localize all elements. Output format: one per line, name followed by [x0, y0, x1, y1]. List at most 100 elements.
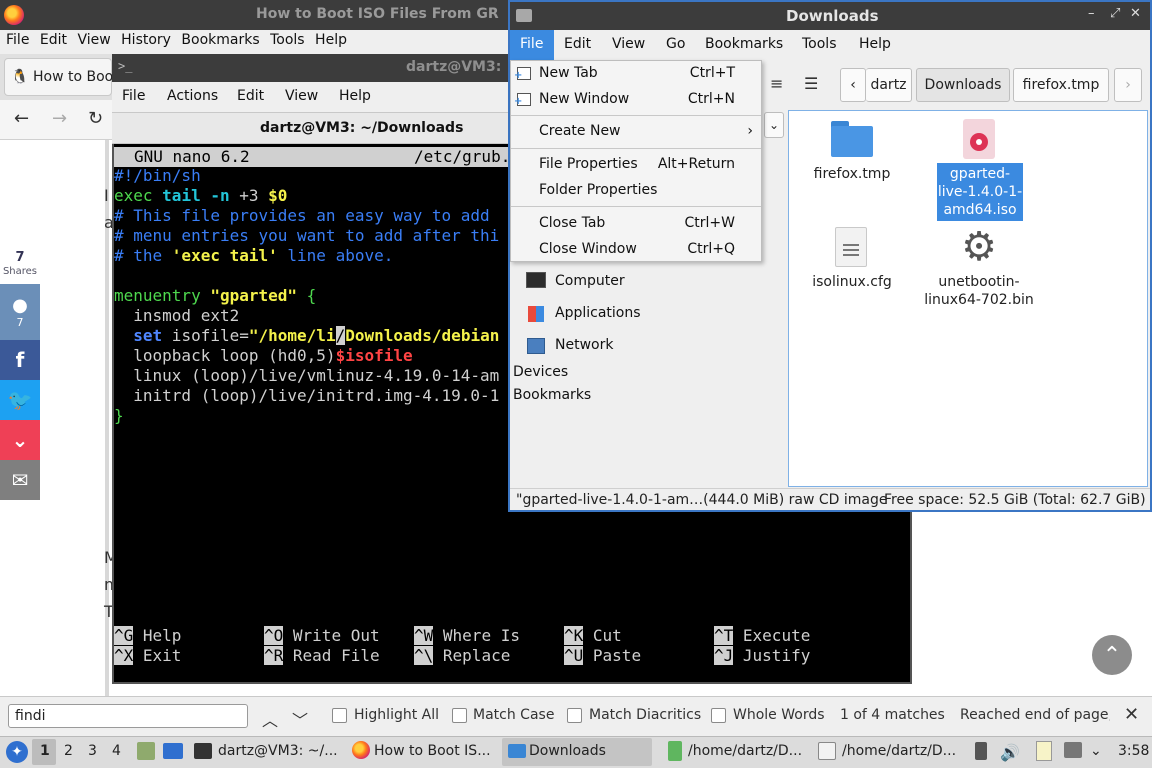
battery-icon[interactable] [975, 742, 987, 760]
scroll-to-top-button[interactable]: ⌃ [1092, 635, 1132, 675]
find-next-icon[interactable]: ﹀ [292, 707, 308, 731]
show-desktop-icon[interactable] [163, 743, 183, 759]
compact-view-icon[interactable]: ≡ [770, 74, 783, 93]
fm-file-view[interactable]: firefox.tmp gparted- live-1.4.0-1- amd64… [788, 110, 1148, 487]
file-name-unetbootin-bin[interactable]: unetbootin- linux64-702.bin [919, 273, 1039, 309]
ff-menu-tools[interactable]: Tools [264, 30, 305, 48]
menu-item-file-properties[interactable]: File Properties Alt+Return [511, 152, 761, 178]
sidebar-section-devices[interactable]: Devices [513, 364, 568, 380]
file-item-firefox-tmp[interactable] [831, 121, 873, 157]
maximize-icon[interactable]: ⤢ [1110, 6, 1120, 21]
breadcrumb-forward-button[interactable]: › [1114, 68, 1142, 102]
file-item-gparted-iso[interactable] [963, 119, 995, 159]
find-input[interactable] [8, 704, 248, 728]
clipboard-icon[interactable] [1036, 741, 1052, 761]
firefox-tab[interactable]: 🐧 How to Boot [4, 58, 113, 96]
menu-item-folder-properties[interactable]: Folder Properties [511, 178, 761, 204]
sidebar-item-applications[interactable]: Applications [555, 305, 641, 321]
breadcrumb-back-button[interactable]: ‹ [840, 68, 866, 102]
workspace-1[interactable]: 1 [40, 743, 50, 759]
start-menu-icon[interactable]: ✦ [6, 741, 28, 763]
fm-menu-file[interactable]: File [510, 30, 554, 60]
menu-item-close-window[interactable]: Close Window Ctrl+Q [511, 237, 761, 263]
menu-item-new-window[interactable]: New Window Ctrl+N [511, 87, 761, 113]
twitter-share-button[interactable]: 🐦 [0, 380, 40, 420]
breadcrumb-firefox-tmp[interactable]: firefox.tmp [1013, 68, 1109, 102]
detailed-view-icon[interactable]: ☰ [804, 74, 818, 93]
fm-menu-edit[interactable]: Edit [564, 36, 591, 52]
file-manager-titlebar: Downloads – ⤢ ✕ [510, 2, 1150, 30]
ff-menu-view[interactable]: View [71, 30, 110, 48]
menu-item-create-new[interactable]: Create New › [511, 119, 761, 145]
reload-icon[interactable]: ↻ [88, 108, 103, 129]
match-case-label: Match Case [473, 707, 555, 723]
gear-icon[interactable]: ⚙ [959, 227, 999, 267]
workspace-2[interactable]: 2 [64, 743, 73, 759]
highlight-all-checkbox[interactable] [332, 708, 347, 723]
reddit-share-button[interactable]: ● 7 [0, 284, 40, 340]
back-arrow-icon[interactable]: ← [14, 108, 29, 129]
ff-menu-history[interactable]: History [115, 30, 171, 48]
breadcrumb-downloads[interactable]: Downloads [916, 68, 1010, 102]
tray-chevron-icon[interactable]: ⌄ [1090, 743, 1102, 759]
network-tray-icon[interactable] [1064, 742, 1082, 758]
sidebar-item-network[interactable]: Network [555, 337, 613, 353]
file-item-isolinux-cfg[interactable] [835, 227, 867, 267]
term-menu-help[interactable]: Help [339, 88, 371, 104]
ff-menu-help[interactable]: Help [309, 30, 347, 48]
term-menu-actions[interactable]: Actions [167, 88, 218, 104]
menu-separator [511, 115, 761, 116]
volume-icon[interactable]: 🔊 [1000, 743, 1020, 762]
terminal-titlebar: >_ dartz@VM3: [112, 54, 512, 82]
fm-menu-tools[interactable]: Tools [802, 36, 837, 52]
menu-item-new-tab[interactable]: New Tab Ctrl+T [511, 61, 761, 87]
chevron-right-icon: › [1125, 77, 1131, 93]
minimize-icon[interactable]: – [1088, 6, 1095, 21]
file-name-gparted-iso[interactable]: gparted- live-1.4.0-1- amd64.iso [937, 163, 1023, 221]
task-editor-1[interactable]: /home/dartz/D... [688, 743, 802, 759]
editor-line: insmod ext2 [114, 306, 240, 325]
fm-menu-bookmarks[interactable]: Bookmarks [705, 36, 783, 52]
task-editor-2[interactable]: /home/dartz/D... [842, 743, 956, 759]
ff-menu-file[interactable]: File [0, 30, 29, 48]
firefox-window-title: How to Boot ISO Files From GR [256, 6, 499, 22]
sidebar-item-computer[interactable]: Computer [555, 273, 625, 289]
sidebar-mode-dropdown[interactable]: ⌄ [764, 112, 784, 138]
forward-arrow-icon[interactable]: → [52, 108, 67, 129]
task-firefox[interactable]: How to Boot IS... [374, 743, 491, 759]
match-case-checkbox[interactable] [452, 708, 467, 723]
file-manager-launcher-icon[interactable] [137, 742, 155, 760]
folder-icon-body [831, 126, 873, 157]
workspace-3[interactable]: 3 [88, 743, 97, 759]
fm-menu-go[interactable]: Go [666, 36, 685, 52]
match-diacritics-checkbox[interactable] [567, 708, 582, 723]
menu-item-close-tab[interactable]: Close Tab Ctrl+W [511, 211, 761, 237]
file-name-isolinux-cfg[interactable]: isolinux.cfg [807, 273, 897, 291]
file-name-firefox-tmp[interactable]: firefox.tmp [807, 165, 897, 183]
fm-menu-view[interactable]: View [612, 36, 645, 52]
whole-words-checkbox[interactable] [711, 708, 726, 723]
find-status: Reached end of page, c [960, 707, 1110, 723]
ff-menu-edit[interactable]: Edit [34, 30, 67, 48]
breadcrumb-dartz[interactable]: dartz [866, 68, 912, 102]
term-menu-view[interactable]: View [285, 88, 318, 104]
close-icon[interactable]: ✕ [1130, 6, 1141, 21]
close-find-bar-icon[interactable]: ✕ [1124, 704, 1139, 725]
workspace-4[interactable]: 4 [112, 743, 121, 759]
firefox-logo-icon [4, 5, 24, 25]
fm-menu-file-label: File [520, 36, 544, 52]
fm-menubar: Edit View Go Bookmarks Tools Help [510, 30, 1150, 60]
term-menu-file[interactable]: File [122, 88, 145, 104]
task-terminal[interactable]: dartz@VM3: ~/... [218, 743, 338, 759]
email-share-button[interactable]: ✉ [0, 460, 40, 500]
terminal-tab[interactable]: dartz@VM3: ~/Downloads [112, 112, 512, 144]
term-menu-edit[interactable]: Edit [237, 88, 264, 104]
nano-shortcut: ^\ Replace [414, 646, 511, 665]
find-previous-icon[interactable]: ︿ [262, 707, 278, 731]
sidebar-section-bookmarks[interactable]: Bookmarks [513, 387, 591, 403]
facebook-share-button[interactable]: f [0, 340, 40, 380]
ff-menu-bookmarks[interactable]: Bookmarks [175, 30, 259, 48]
fm-menu-help[interactable]: Help [859, 36, 891, 52]
task-downloads[interactable]: Downloads [529, 743, 606, 759]
pocket-share-button[interactable]: ⌄ [0, 420, 40, 460]
